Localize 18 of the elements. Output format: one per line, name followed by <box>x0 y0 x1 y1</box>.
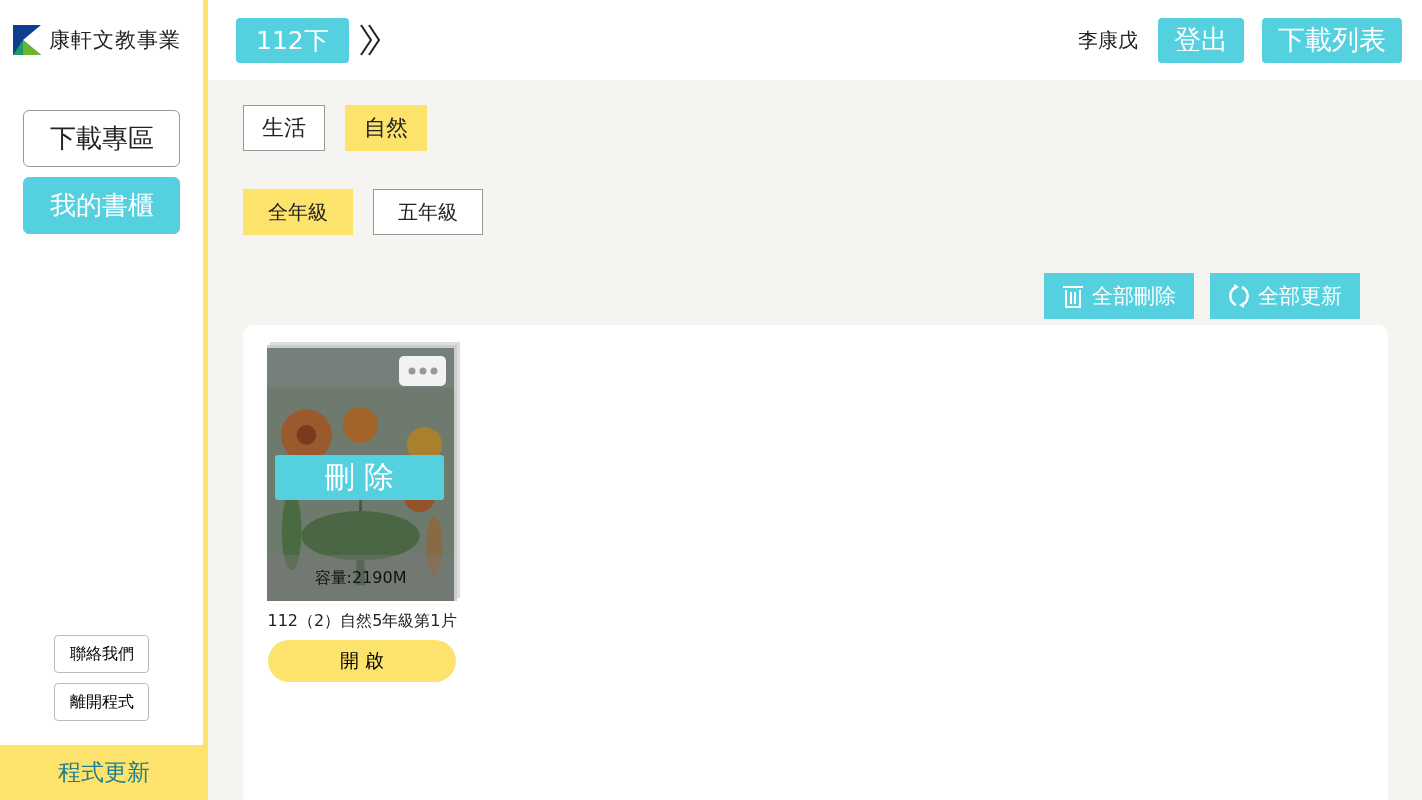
sidebar-link-button[interactable]: 聯絡我們 <box>54 635 149 673</box>
logo-icon <box>13 25 41 55</box>
more-button[interactable] <box>399 356 446 386</box>
more-icon <box>407 367 438 375</box>
open-button[interactable]: 開 啟 <box>268 640 456 682</box>
subject-tab[interactable]: 自然 <box>345 105 427 151</box>
refresh-icon <box>1228 283 1250 309</box>
brand-name: 康軒文教事業 <box>49 27 181 54</box>
subject-tab[interactable]: 生活 <box>243 105 325 151</box>
grade-tab[interactable]: 全年級 <box>243 189 353 235</box>
chevron-icon[interactable] <box>358 23 381 57</box>
nav-button[interactable]: 下載專區 <box>23 110 180 167</box>
sidebar-link-button[interactable]: 離開程式 <box>54 683 149 721</box>
storage-size: 容量:2190M <box>314 567 407 589</box>
user-name: 李康戊 <box>1078 26 1138 54</box>
book-title: 112（2）自然5年級第1片 <box>267 611 457 632</box>
grade-tab[interactable]: 五年級 <box>373 189 483 235</box>
trash-icon <box>1062 283 1084 309</box>
